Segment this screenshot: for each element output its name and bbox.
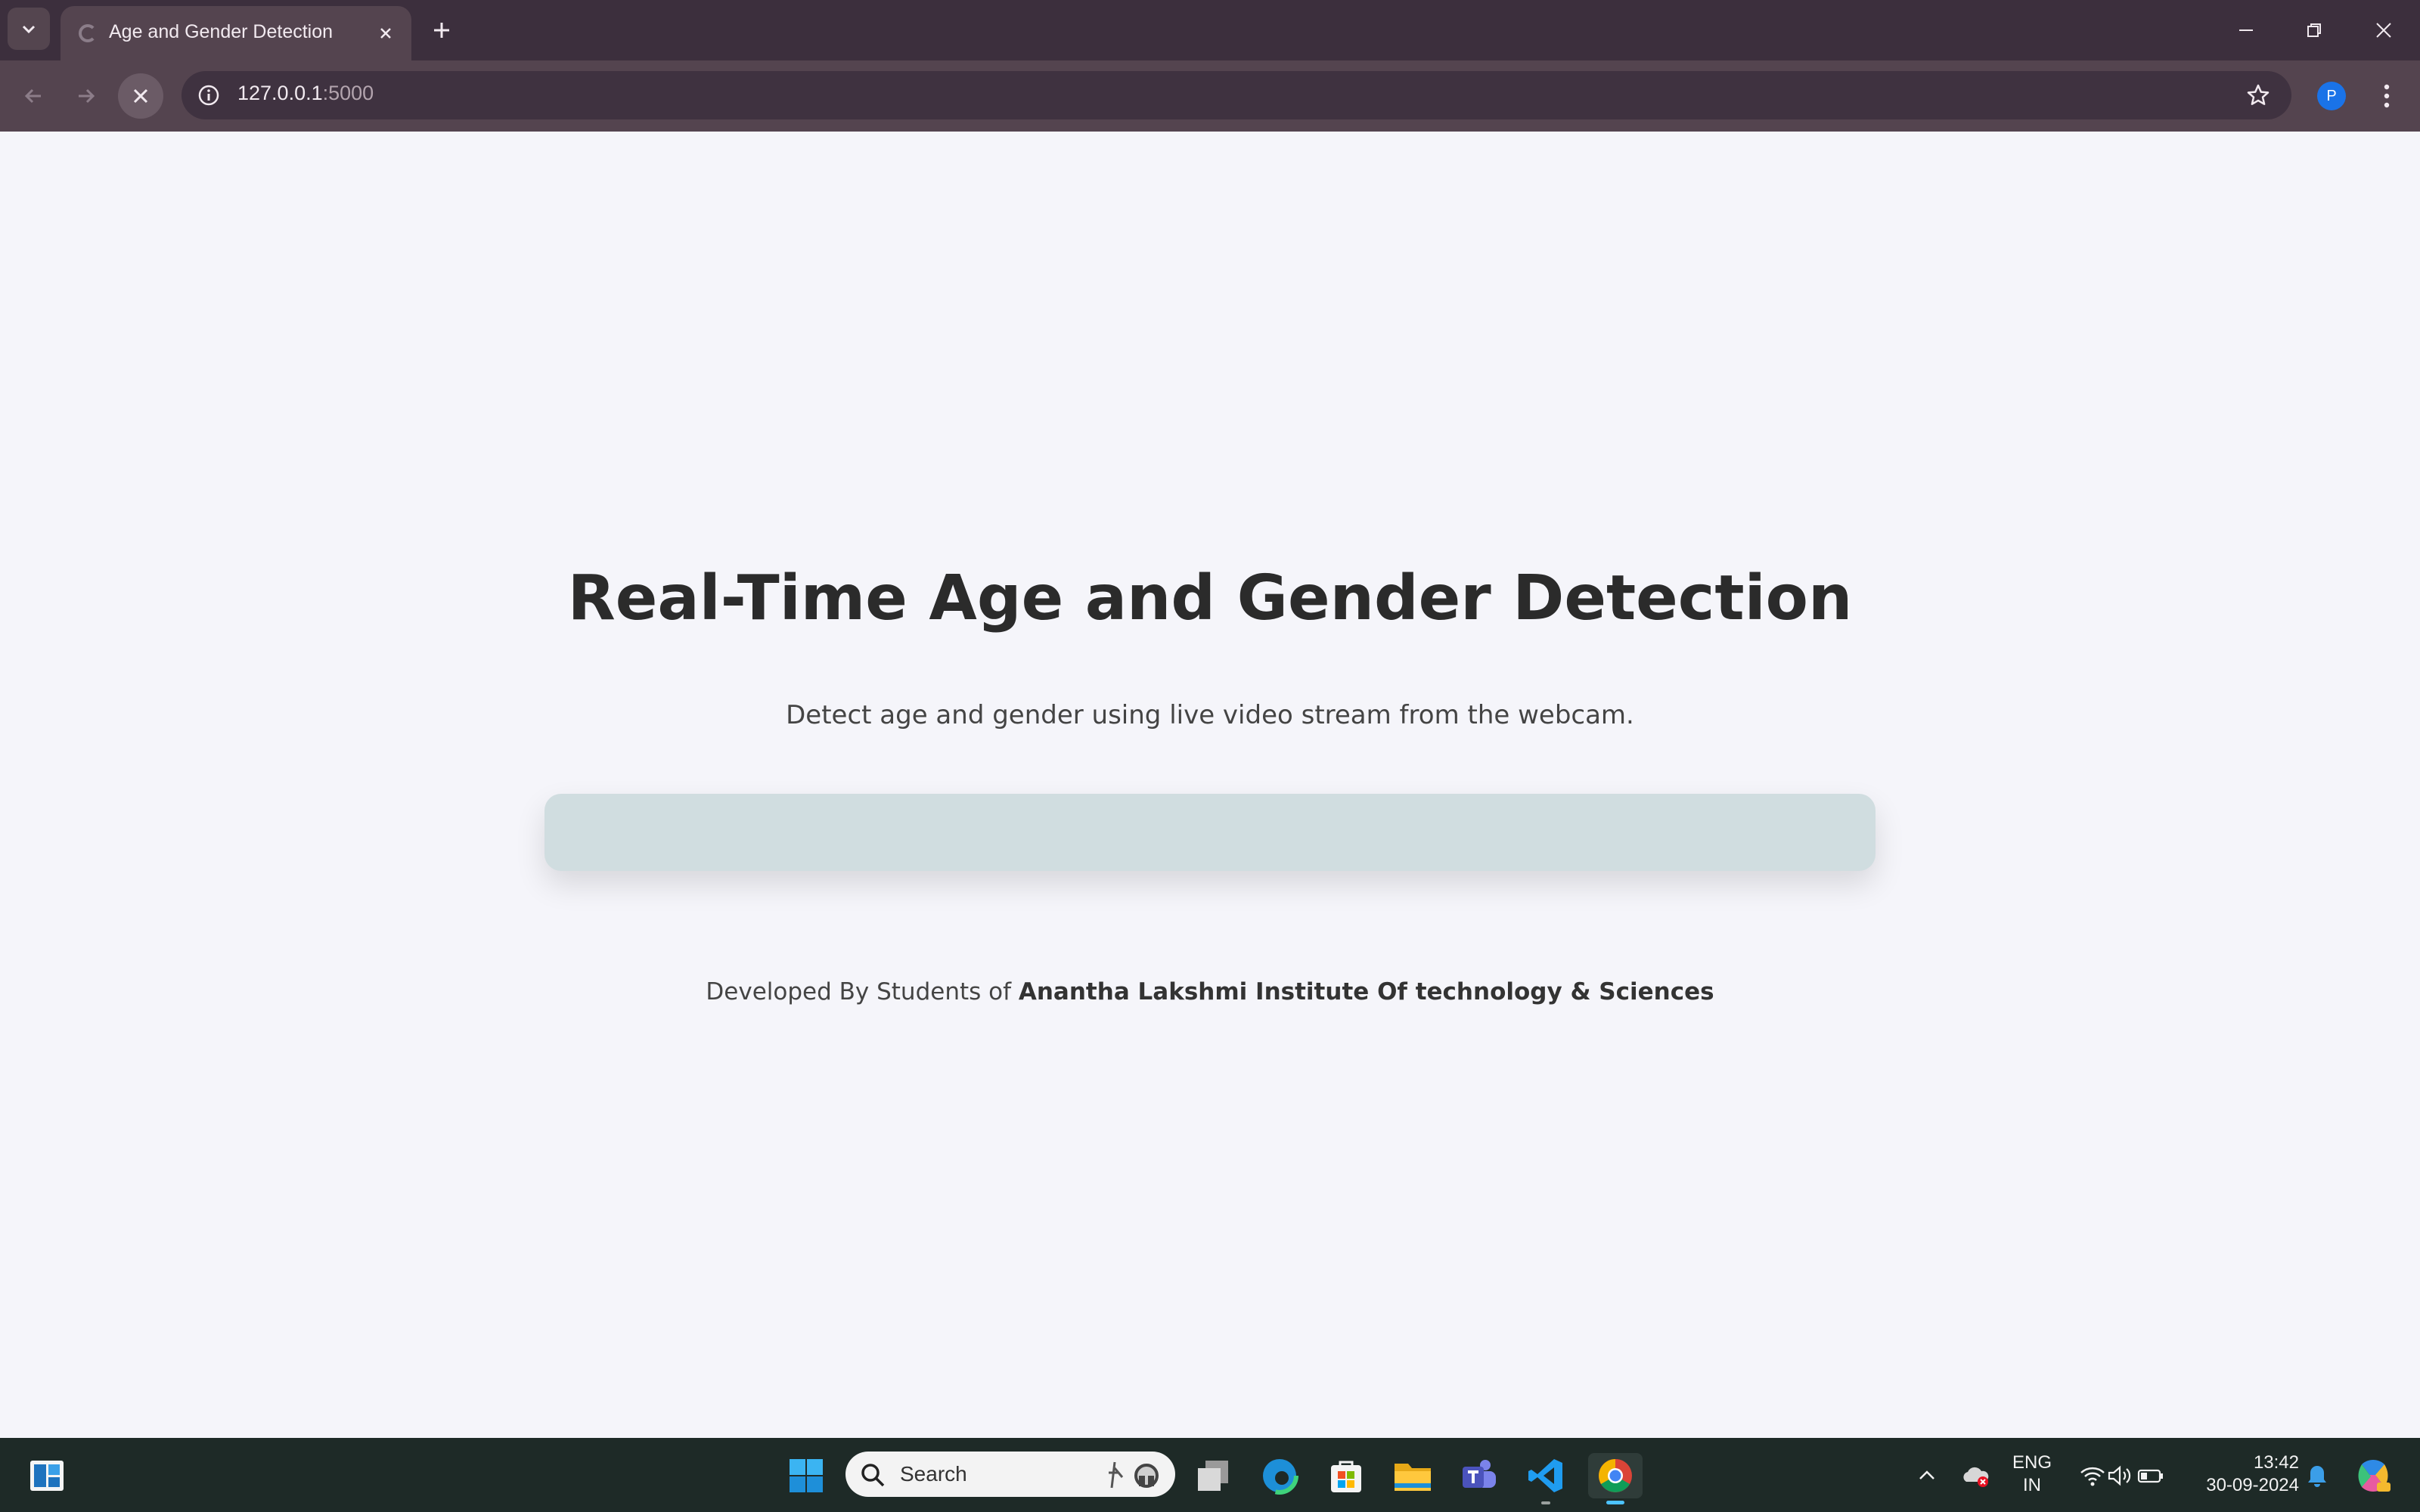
task-view-button[interactable] — [1190, 1453, 1236, 1498]
language-indicator[interactable]: ENG IN — [2004, 1452, 2060, 1497]
minimize-icon — [2239, 29, 2253, 31]
notifications-button[interactable] — [2296, 1453, 2338, 1498]
forward-button[interactable] — [64, 73, 109, 119]
url-text: 127.0.0.1:5000 — [237, 82, 374, 105]
page-subtitle: Detect age and gender using live video s… — [786, 700, 1634, 730]
taskbar: Search ENG IN 13:42 30-09-2024 — [0, 1438, 2420, 1512]
minimize-button[interactable] — [2223, 11, 2269, 50]
language-line2: IN — [2023, 1475, 2041, 1495]
kebab-menu-icon — [2384, 84, 2390, 108]
plus-icon — [434, 23, 449, 38]
battery-icon — [2137, 1469, 2163, 1483]
active-indicator — [1606, 1501, 1624, 1504]
back-button[interactable] — [11, 73, 56, 119]
info-icon — [198, 85, 219, 106]
language-line1: ENG — [2012, 1452, 2052, 1473]
restore-button[interactable] — [2291, 11, 2337, 50]
search-highlight-icon — [1109, 1461, 1159, 1489]
store-icon — [1331, 1461, 1361, 1492]
browser-menu-button[interactable] — [2372, 77, 2402, 115]
chevron-up-icon — [1919, 1470, 1934, 1479]
wifi-icon — [2080, 1467, 2105, 1486]
onedrive-icon — [1963, 1467, 1989, 1487]
profile-avatar[interactable]: P — [2317, 82, 2346, 110]
loading-spinner-icon — [79, 24, 97, 42]
search-icon — [861, 1464, 885, 1487]
back-arrow-icon — [24, 88, 41, 104]
tab-strip: Age and Gender Detection — [0, 0, 2420, 60]
copilot-button[interactable] — [2349, 1453, 2397, 1498]
video-stream-container — [544, 794, 1876, 871]
quick-settings-button[interactable] — [2069, 1453, 2175, 1498]
edge-button[interactable] — [1257, 1453, 1302, 1498]
footer-institute: Anantha Lakshmi Institute Of technology … — [1018, 978, 1714, 1005]
web-page: Real-Time Age and Gender Detection Detec… — [0, 132, 2420, 1438]
close-icon — [380, 28, 391, 39]
url-port: :5000 — [322, 82, 374, 104]
address-bar[interactable]: 127.0.0.1:5000 — [182, 71, 2291, 119]
bookmark-button[interactable] — [2243, 80, 2273, 110]
chevron-down-icon — [22, 25, 36, 34]
windows-start-icon — [790, 1459, 823, 1492]
teams-button[interactable] — [1457, 1453, 1502, 1498]
taskbar-search-box[interactable]: Search — [845, 1452, 1175, 1497]
page-footer: Developed By Students of Anantha Lakshmi… — [0, 978, 2420, 1005]
clock[interactable]: 13:42 30-09-2024 — [2193, 1452, 2299, 1497]
clock-time: 13:42 — [2253, 1452, 2299, 1473]
stop-icon — [133, 88, 148, 104]
tab-active[interactable]: Age and Gender Detection — [60, 6, 411, 60]
tab-close-button[interactable] — [372, 20, 399, 47]
stop-loading-button[interactable] — [118, 73, 163, 119]
forward-arrow-icon — [79, 88, 95, 104]
tab-title: Age and Gender Detection — [109, 21, 334, 42]
vscode-button[interactable] — [1523, 1453, 1568, 1504]
footer-prefix: Developed By Students of — [706, 978, 1019, 1005]
search-placeholder: Search — [900, 1462, 967, 1486]
task-view-icon — [1198, 1461, 1228, 1491]
widgets-button[interactable] — [24, 1453, 70, 1498]
running-indicator — [1541, 1501, 1550, 1504]
star-icon — [2247, 84, 2270, 105]
volume-icon — [2108, 1465, 2131, 1486]
url-host: 127.0.0.1 — [237, 82, 323, 104]
browser-toolbar: 127.0.0.1:5000 P — [0, 60, 2420, 132]
chrome-icon — [1599, 1459, 1632, 1492]
chrome-button[interactable] — [1588, 1453, 1643, 1504]
show-hidden-icons-button[interactable] — [1904, 1453, 1950, 1498]
onedrive-status[interactable] — [1953, 1453, 1998, 1498]
clock-date: 30-09-2024 — [2206, 1475, 2299, 1495]
site-info-button[interactable] — [194, 80, 224, 110]
page-title: Real-Time Age and Gender Detection — [567, 562, 1853, 634]
file-explorer-button[interactable] — [1390, 1453, 1435, 1498]
vscode-icon — [1528, 1459, 1562, 1492]
bell-icon — [2308, 1466, 2326, 1487]
teams-icon — [1463, 1460, 1496, 1488]
restore-icon — [2307, 23, 2321, 37]
microsoft-store-button[interactable] — [1323, 1453, 1369, 1498]
start-button[interactable] — [783, 1453, 829, 1498]
new-tab-button[interactable] — [424, 14, 460, 47]
tab-search-button[interactable] — [8, 8, 50, 50]
close-window-button[interactable] — [2361, 11, 2406, 50]
edge-icon — [1261, 1457, 1298, 1495]
close-icon — [2376, 23, 2391, 38]
copilot-icon — [2358, 1460, 2391, 1492]
widgets-icon — [30, 1461, 64, 1491]
file-explorer-icon — [1395, 1464, 1431, 1491]
